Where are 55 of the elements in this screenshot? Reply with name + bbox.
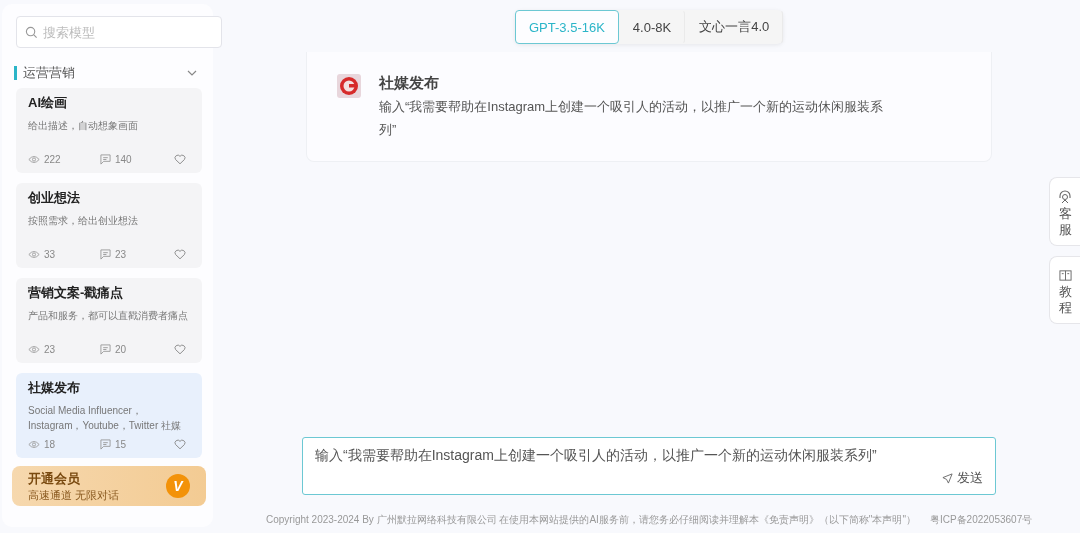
send-button[interactable]: 发送 [942, 469, 984, 487]
card-description: 按照需求，给出创业想法 [28, 214, 139, 228]
assistant-prompt: 输入“我需要帮助在Instagram上创建一个吸引人的活动，以推广一个新的运动休闲服装系列” [379, 98, 884, 139]
eye-icon [28, 155, 40, 164]
model-tab[interactable]: 文心一言4.0 [685, 10, 784, 44]
vip-badge: V [166, 474, 190, 498]
card-description: 给出描述，自动想象画面 [28, 119, 139, 133]
search-icon [25, 26, 38, 39]
model-card[interactable]: 营销文案-戳痛点 产品和服务，都可以直戳消费者痛点 23 20 [16, 278, 202, 363]
heart-icon[interactable] [174, 249, 186, 260]
card-description: Social Media Influencer，Instagram，Youtube，Twitter 社媒 [28, 404, 183, 433]
membership-subtitle: 高速通道 无限对话 [28, 487, 121, 503]
membership-title: 开通会员 [28, 469, 81, 488]
comment-count: 23 [115, 249, 127, 260]
comment-count: 15 [115, 439, 127, 450]
assistant-name: 社媒发布 [379, 74, 440, 93]
membership-banner[interactable]: 开通会员 高速通道 无限对话 V [12, 466, 206, 506]
side-tab[interactable]: 教程 [1049, 256, 1080, 325]
model-card[interactable]: AI绘画 给出描述，自动想象画面 222 140 [16, 88, 202, 173]
book-icon [1058, 269, 1072, 283]
comment-icon [100, 439, 111, 450]
category-header[interactable]: 运营营销 [14, 58, 213, 88]
comment-icon [100, 154, 111, 165]
side-tab[interactable]: 客服 [1049, 177, 1080, 247]
category-label: 运营营销 [23, 64, 76, 82]
comment-count: 140 [115, 154, 132, 165]
logo-icon [337, 74, 361, 98]
model-tab[interactable]: 4.0-8K [618, 10, 686, 44]
comment-count: 20 [115, 344, 127, 355]
view-count: 18 [44, 439, 56, 450]
view-count: 33 [44, 249, 56, 260]
eye-icon [28, 440, 40, 449]
card-description: 产品和服务，都可以直戳消费者痛点 [28, 309, 189, 323]
card-title: AI绘画 [28, 94, 68, 112]
heart-icon[interactable] [174, 344, 186, 355]
heart-icon[interactable] [174, 439, 186, 450]
view-count: 23 [44, 344, 56, 355]
eye-icon [28, 250, 40, 259]
headset-icon [1058, 190, 1072, 204]
card-title: 创业想法 [28, 189, 81, 207]
model-card[interactable]: 创业想法 按照需求，给出创业想法 33 23 [16, 183, 202, 268]
send-icon [942, 472, 954, 484]
input-text: 输入“我需要帮助在Instagram上创建一个吸引人的活动，以推广一个新的运动休闲服装系列” [315, 447, 878, 465]
search-field[interactable]: 搜索模型 [16, 16, 222, 48]
comment-icon [100, 344, 111, 355]
card-title: 营销文案-戳痛点 [28, 284, 125, 302]
comment-icon [100, 249, 111, 260]
view-count: 222 [44, 154, 61, 165]
model-card[interactable]: 社媒发布 Social Media Influencer，Instagram，Youtube，Twitter 社媒 18 15 [16, 373, 202, 458]
eye-icon [28, 345, 40, 354]
copyright-text: Copyright 2023-2024 By 广州默拉网络科技有限公司 在使用本网站提供的AI服务前，请您务必仔细阅读并理解本《免责声明》（以下简称"本声明"） [266, 513, 916, 527]
heart-icon[interactable] [174, 154, 186, 165]
message-input[interactable]: 输入“我需要帮助在Instagram上创建一个吸引人的活动，以推广一个新的运动休闲服装系列” 发送 [302, 437, 997, 495]
card-title: 社媒发布 [28, 379, 81, 397]
chevron-icon [187, 68, 197, 78]
